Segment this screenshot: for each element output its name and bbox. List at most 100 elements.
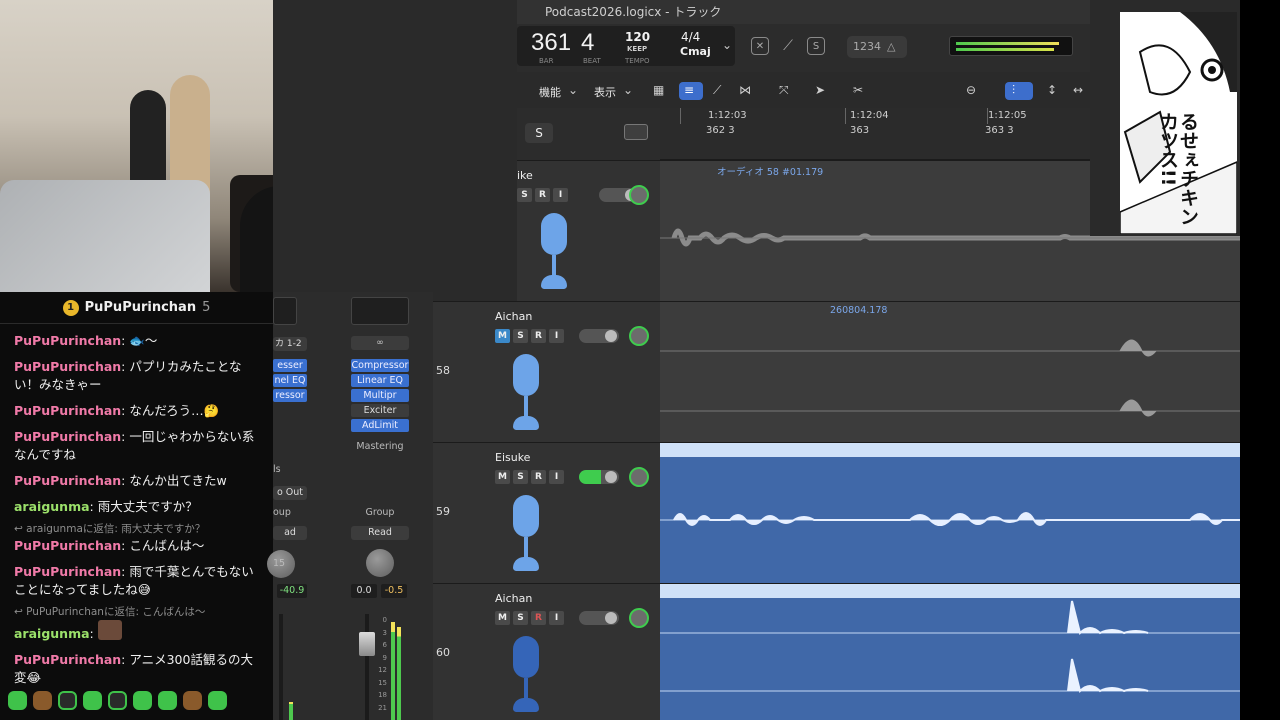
input-monitor-button[interactable]: I	[553, 188, 568, 202]
lcd-display[interactable]: 361 4 BAR BEAT 120 KEEP TEMPO 4/4 Cmaj ⌄	[517, 26, 735, 66]
emote-icon[interactable]	[58, 691, 77, 710]
region-header[interactable]	[660, 584, 1240, 598]
region-name[interactable]: オーディオ 58 #01.179	[717, 164, 823, 178]
track-header[interactable]: 60 Aichan M S R I	[433, 583, 660, 720]
plugin-slot[interactable]: Exciter	[351, 404, 409, 417]
chat-username[interactable]: PuPuPurinchan	[14, 473, 121, 488]
chat-username[interactable]: PuPuPurinchan	[14, 538, 121, 553]
emote-icon[interactable]	[183, 691, 202, 710]
track-header[interactable]: 58 Aichan M S R I	[433, 301, 660, 442]
solo-button[interactable]: S	[513, 329, 528, 343]
chat-header-name[interactable]: PuPuPurinchan	[85, 300, 196, 315]
track-header[interactable]: 59 Eisuke M S R I	[433, 442, 660, 583]
chat-username[interactable]: PuPuPurinchan	[14, 333, 121, 348]
solo-button[interactable]: S	[513, 470, 528, 484]
output-button[interactable]: o Out	[273, 486, 307, 500]
functions-menu[interactable]: 機能	[539, 84, 561, 100]
track-toggle[interactable]	[579, 470, 619, 484]
track-toggle[interactable]	[579, 329, 619, 343]
plugin-slot[interactable]: Linear EQ	[351, 374, 409, 387]
record-button[interactable]: R	[531, 329, 546, 343]
record-button[interactable]: R	[531, 470, 546, 484]
snap-icon[interactable]: ⊖	[966, 83, 976, 97]
record-button[interactable]: R	[531, 611, 546, 625]
pan-knob[interactable]	[629, 608, 649, 628]
solo-button[interactable]: S	[517, 188, 532, 202]
chat-username[interactable]: PuPuPurinchan	[14, 429, 121, 444]
tuner-icon[interactable]: ⟋	[779, 37, 797, 55]
scissors-tool-icon[interactable]: ✂	[853, 83, 863, 97]
automation-mode-button[interactable]: ad	[273, 526, 307, 540]
track-name[interactable]: Aichan	[495, 310, 532, 323]
input-monitor-button[interactable]: I	[549, 329, 564, 343]
horizontal-zoom-icon[interactable]: ↔	[1073, 83, 1083, 97]
record-button[interactable]: R	[535, 188, 550, 202]
eq-thumbnail[interactable]	[273, 297, 297, 325]
automation-mode-button[interactable]: Read	[351, 526, 409, 540]
solo-button[interactable]: S	[513, 611, 528, 625]
emote-icon[interactable]	[108, 691, 127, 710]
track-header[interactable]: ike S R I	[517, 160, 660, 301]
plugin-slot[interactable]: ressor	[273, 389, 307, 402]
input-monitor-button[interactable]: I	[549, 470, 564, 484]
pointer-tool-icon[interactable]: ➤	[815, 83, 825, 97]
flex-icon[interactable]: ⋈	[739, 83, 751, 97]
emote-icon[interactable]	[208, 691, 227, 710]
list-view-icon[interactable]: ≡	[684, 83, 694, 97]
mute-button[interactable]: M	[495, 329, 510, 343]
metronome-icon[interactable]: △	[887, 40, 895, 53]
track-toggle[interactable]	[579, 611, 619, 625]
track-name[interactable]: ike	[517, 169, 533, 182]
chevron-down-icon[interactable]: ⌄	[623, 83, 633, 97]
plugin-slot[interactable]: Multipr	[351, 389, 409, 402]
pan-knob[interactable]	[629, 326, 649, 346]
chevron-down-icon[interactable]: ⌄	[568, 83, 578, 97]
chat-username[interactable]: araigunma	[14, 626, 90, 641]
eq-thumbnail[interactable]	[351, 297, 409, 325]
link-icon[interactable]: ∞	[351, 336, 409, 350]
new-track-icon[interactable]	[624, 124, 648, 140]
vertical-zoom-icon[interactable]: ↕	[1047, 83, 1057, 97]
automation-icon[interactable]: ⟋	[713, 83, 721, 98]
mute-button[interactable]: M	[495, 611, 510, 625]
view-menu[interactable]: 表示	[594, 84, 616, 100]
emote-icon[interactable]	[133, 691, 152, 710]
volume-fader[interactable]	[279, 614, 283, 720]
plugin-slot[interactable]: nel EQ	[273, 374, 307, 387]
pan-knob[interactable]	[629, 467, 649, 487]
emote-icon[interactable]	[158, 691, 177, 710]
pan-knob[interactable]	[629, 185, 649, 205]
plugin-slot[interactable]: esser	[273, 359, 307, 372]
emote-icon[interactable]	[83, 691, 102, 710]
chat-username[interactable]: araigunma	[14, 499, 90, 514]
emote-icon[interactable]	[33, 691, 52, 710]
catch-icon[interactable]: ⤧	[779, 83, 789, 98]
track-lane[interactable]: 260804.178	[660, 301, 1240, 442]
chat-username[interactable]: PuPuPurinchan	[14, 403, 121, 418]
waveform-zoom-icon[interactable]: ⫶	[1012, 83, 1015, 98]
track-name[interactable]: Eisuke	[495, 451, 530, 464]
input-monitor-button[interactable]: I	[549, 611, 564, 625]
solo-icon[interactable]: S	[807, 37, 825, 55]
emote-icon[interactable]	[8, 691, 27, 710]
chevron-down-icon[interactable]: ⌄	[722, 38, 732, 52]
region-name[interactable]: 260804.178	[830, 305, 887, 316]
grid-view-icon[interactable]: ▦	[653, 83, 664, 97]
replace-icon[interactable]: ✕	[751, 37, 769, 55]
count-in-button[interactable]: 1234 △	[847, 36, 907, 58]
chat-username[interactable]: PuPuPurinchan	[14, 564, 121, 579]
volume-fader[interactable]	[365, 614, 369, 720]
region-header[interactable]	[660, 443, 1240, 457]
global-solo-button[interactable]: S	[525, 123, 553, 143]
chat-username[interactable]: PuPuPurinchan	[14, 359, 121, 374]
waveform-zoom-button[interactable]	[1005, 82, 1033, 100]
track-lane-selected[interactable]	[660, 583, 1240, 720]
track-name[interactable]: Aichan	[495, 592, 532, 605]
chat-username[interactable]: PuPuPurinchan	[14, 652, 121, 667]
track-lane-selected[interactable]	[660, 442, 1240, 583]
plugin-slot[interactable]: AdLimit	[351, 419, 409, 432]
plugin-slot[interactable]: Compressor	[351, 359, 409, 372]
mute-button[interactable]: M	[495, 470, 510, 484]
input-label[interactable]: カ 1-2	[273, 337, 307, 351]
pan-knob[interactable]	[366, 549, 394, 577]
